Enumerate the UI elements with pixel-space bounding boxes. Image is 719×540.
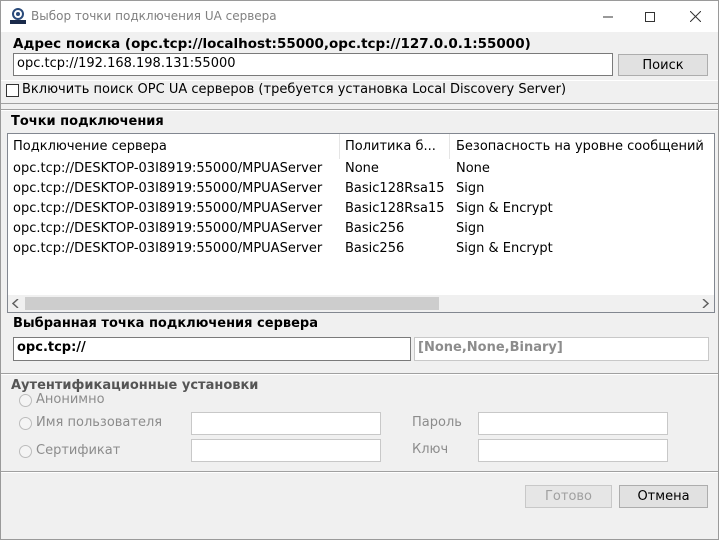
row-policy: Basic128Rsa15: [345, 181, 445, 196]
selected-section-title: Выбранная точка подключения сервера: [13, 316, 318, 331]
scrollbar-thumb[interactable]: [25, 297, 439, 310]
search-button[interactable]: Поиск: [618, 54, 708, 76]
row-connection: opc.tcp://DESKTOP-03I8919:55000/MPUAServ…: [13, 241, 323, 256]
minimize-icon: [603, 16, 613, 17]
anonymous-label: Анонимно: [36, 392, 105, 407]
endpoints-table[interactable]: Подключение сервера Политика б... Безопа…: [7, 133, 715, 313]
scroll-right-icon[interactable]: [702, 299, 710, 308]
row-policy: Basic256: [345, 241, 405, 256]
row-security: Sign: [456, 221, 485, 236]
selected-settings-field: [None,None,Binary]: [414, 337, 709, 361]
anonymous-radio[interactable]: [19, 394, 32, 407]
row-connection: opc.tcp://DESKTOP-03I8919:55000/MPUAServ…: [13, 181, 323, 196]
key-input[interactable]: [478, 439, 668, 462]
search-label: Адрес поиска (opc.tcp://localhost:55000,…: [13, 36, 531, 52]
username-label: Имя пользователя: [36, 415, 163, 430]
scroll-left-icon[interactable]: [12, 299, 20, 308]
row-policy: Basic128Rsa15: [345, 201, 445, 216]
discovery-checkbox[interactable]: [6, 84, 19, 97]
ok-button[interactable]: Готово: [525, 485, 612, 508]
divider: [1, 373, 718, 375]
divider: [1, 471, 718, 473]
username-input[interactable]: [191, 412, 381, 435]
column-header-connection[interactable]: Подключение сервера: [13, 139, 167, 154]
row-policy: None: [345, 161, 379, 176]
cancel-button[interactable]: Отмена: [619, 485, 708, 508]
close-button[interactable]: [672, 1, 718, 32]
certificate-radio[interactable]: [19, 445, 32, 458]
row-security: Sign & Encrypt: [456, 201, 553, 216]
close-icon: [689, 11, 701, 22]
certificate-label: Сертификат: [36, 443, 121, 458]
row-connection: opc.tcp://DESKTOP-03I8919:55000/MPUAServ…: [13, 221, 323, 236]
auth-section-title: Аутентификационные установки: [11, 378, 259, 393]
selected-url-input[interactable]: opc.tcp://: [13, 337, 411, 361]
column-divider[interactable]: [449, 134, 450, 159]
key-label: Ключ: [412, 442, 449, 457]
password-label: Пароль: [412, 415, 462, 430]
row-policy: Basic256: [345, 221, 405, 236]
window-title: Выбор точки подключения UA сервера: [31, 9, 277, 23]
row-security: Sign & Encrypt: [456, 241, 553, 256]
horizontal-scrollbar[interactable]: [8, 295, 714, 312]
password-input[interactable]: [478, 412, 668, 435]
username-radio[interactable]: [19, 417, 32, 430]
title-bar[interactable]: Выбор точки подключения UA сервера: [1, 1, 718, 32]
column-header-security[interactable]: Безопасность на уровне сообщений: [456, 139, 704, 154]
dialog-window: Выбор точки подключения UA сервера Адрес…: [0, 0, 719, 540]
divider: [1, 109, 718, 111]
minimize-button[interactable]: [585, 1, 631, 32]
column-divider[interactable]: [339, 134, 340, 159]
discovery-checkbox-label[interactable]: Включить поиск OPC UA серверов (требуетс…: [22, 82, 566, 97]
maximize-icon: [645, 11, 655, 22]
search-input[interactable]: opc.tcp://192.168.198.131:55000: [13, 53, 613, 76]
row-security: None: [456, 161, 490, 176]
column-header-policy[interactable]: Политика б...: [345, 139, 436, 154]
row-connection: opc.tcp://DESKTOP-03I8919:55000/MPUAServ…: [13, 161, 323, 176]
endpoints-section-title: Точки подключения: [11, 114, 164, 129]
certificate-input[interactable]: [191, 439, 381, 462]
opc-logo-icon: [10, 8, 26, 24]
maximize-button[interactable]: [627, 1, 673, 32]
row-connection: opc.tcp://DESKTOP-03I8919:55000/MPUAServ…: [13, 201, 323, 216]
row-security: Sign: [456, 181, 485, 196]
